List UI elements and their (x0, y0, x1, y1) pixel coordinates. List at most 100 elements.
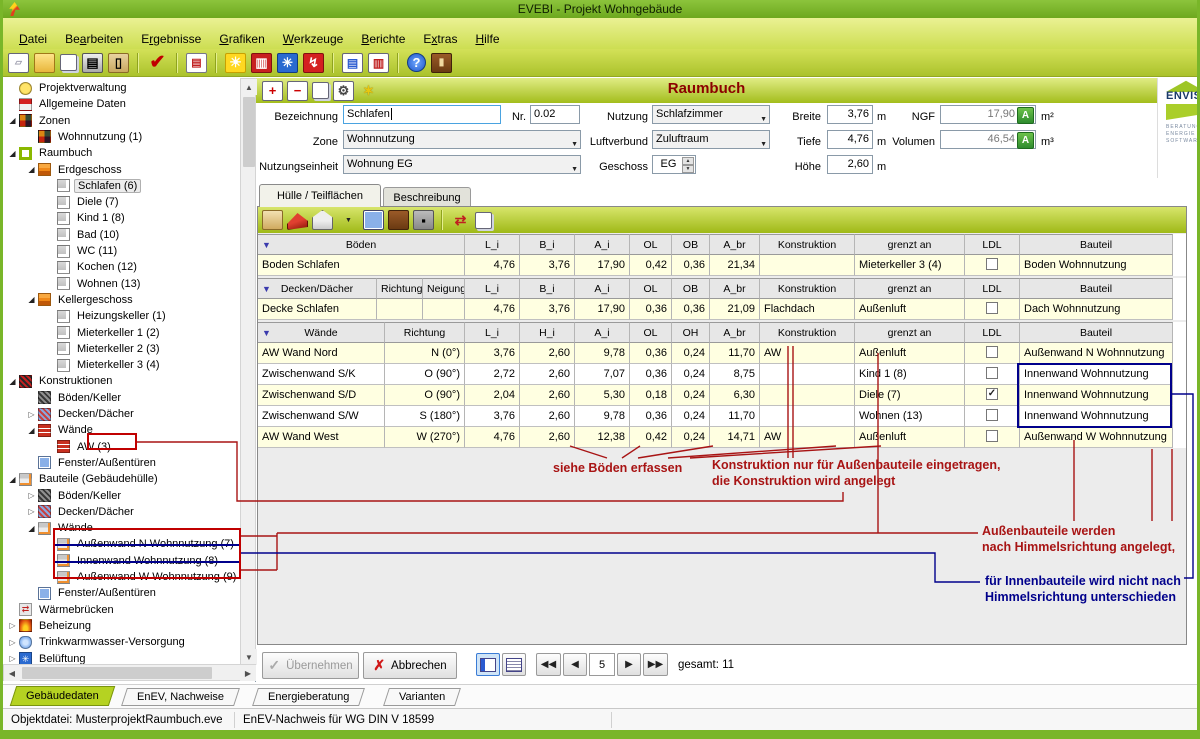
cell-value[interactable]: 4,76 (465, 255, 520, 276)
paste-icon[interactable]: ▯ (108, 53, 129, 73)
cell-value[interactable]: 2,60 (520, 343, 575, 364)
checkbox-icon[interactable] (986, 346, 998, 358)
column-header-l_i[interactable]: L_i (465, 234, 520, 255)
cell-value[interactable]: 11,70 (710, 406, 760, 427)
sidebar-item-fenster-au-ent-ren[interactable]: Fenster/Außentüren (3, 585, 159, 601)
add-floor-icon[interactable] (262, 210, 283, 230)
cell-name[interactable]: Zwischenwand S/W (258, 406, 385, 427)
menu-extras[interactable]: Extras (414, 29, 466, 49)
cell-value[interactable]: 0,36 (630, 299, 672, 320)
add-wall-icon[interactable] (312, 210, 333, 230)
cell-ldl[interactable] (965, 406, 1020, 427)
checkbox-icon[interactable] (986, 367, 998, 379)
cell-value[interactable]: 11,70 (710, 343, 760, 364)
checkbox-checked-icon[interactable]: ✓ (986, 388, 998, 400)
title-bar[interactable]: EVEBI - Projekt Wohngebäude (0, 0, 1200, 18)
cell-value[interactable]: 2,72 (465, 364, 520, 385)
luftverbund-select[interactable]: Zuluftraum▼ (652, 130, 770, 149)
tiefe-input[interactable]: 4,76 (827, 130, 873, 149)
breite-input[interactable]: 3,76 (827, 105, 873, 124)
column-header-ldl[interactable]: LDL (965, 234, 1020, 255)
expander-open-icon[interactable]: ◢ (6, 116, 19, 125)
cell-bauteil[interactable]: Außenwand W Wohnnutzung (1020, 427, 1173, 448)
add-door-icon[interactable] (388, 210, 409, 230)
sidebar-item-beheizung[interactable]: ▷Beheizung (3, 618, 94, 634)
cell-konstruktion[interactable] (760, 385, 855, 406)
sidebar-item-diele-7-[interactable]: Diele (7) (3, 194, 122, 210)
expander-open-icon[interactable]: ◢ (25, 524, 38, 533)
open-folder-icon[interactable] (34, 53, 55, 73)
cell-value[interactable]: 21,09 (710, 299, 760, 320)
cell-value[interactable]: 7,07 (575, 364, 630, 385)
column-header-a_br[interactable]: A_br (710, 278, 760, 299)
cell-value[interactable]: 2,60 (520, 427, 575, 448)
column-header-bauteil[interactable]: Bauteil (1020, 322, 1173, 343)
expander-closed-icon[interactable]: ▷ (25, 491, 38, 500)
sidebar-item-allgemeine-daten[interactable]: Allgemeine Daten (3, 96, 129, 112)
column-header-konstruktion[interactable]: Konstruktion (760, 234, 855, 255)
cell-richtung[interactable]: W (270°) (385, 427, 465, 448)
sidebar-vertical-scrollbar[interactable]: ▲ ▼ (240, 78, 256, 664)
sidebar-item-b-den-keller[interactable]: ▷Böden/Keller (3, 488, 124, 504)
cell-name[interactable]: Zwischenwand S/D (258, 385, 385, 406)
zone-select[interactable]: Wohnnutzung▼ (343, 130, 581, 149)
column-header-b-den[interactable]: ▼Böden (258, 234, 465, 255)
column-header-ol[interactable]: OL (630, 278, 672, 299)
cell-value[interactable]: 5,30 (575, 385, 630, 406)
sidebar-item-b-den-keller[interactable]: Böden/Keller (3, 390, 124, 406)
checkbox-icon[interactable] (986, 258, 998, 270)
cell-ldl[interactable] (965, 299, 1020, 320)
cell-bauteil[interactable]: Boden Wohnnutzung (1020, 255, 1173, 276)
cell-value[interactable]: 0,36 (630, 343, 672, 364)
sidebar-item-w-rmebr-cken[interactable]: ⇄Wärmebrücken (3, 602, 117, 618)
copy-icon[interactable] (60, 54, 77, 71)
cell-bauteil[interactable]: Innenwand Wohnnutzung (1020, 406, 1173, 427)
sidebar-item-wohnnutzung-1-[interactable]: Wohnnutzung (1) (3, 129, 145, 145)
expander-open-icon[interactable]: ◢ (25, 295, 38, 304)
cell-value[interactable]: 8,75 (710, 364, 760, 385)
column-header-h_i[interactable]: H_i (520, 322, 575, 343)
cell-grenzt-an[interactable]: Mieterkeller 3 (4) (855, 255, 965, 276)
tools-icon[interactable]: ⚙ (333, 81, 354, 101)
expander-open-icon[interactable]: ◢ (25, 426, 38, 435)
cell-grenzt-an[interactable]: Außenluft (855, 299, 965, 320)
cell-value[interactable]: 3,76 (520, 299, 575, 320)
cell-bauteil[interactable]: Innenwand Wohnnutzung (1020, 364, 1173, 385)
dropdown-icon[interactable]: ▼ (338, 210, 359, 230)
sidebar-item-trinkwarmwasser-versorgung[interactable]: ▷Trinkwarmwasser-Versorgung (3, 634, 188, 650)
column-header-a_i[interactable]: A_i (575, 234, 630, 255)
cell-value[interactable]: 0,24 (672, 343, 710, 364)
expander-open-icon[interactable]: ◢ (6, 377, 19, 386)
cell-name[interactable]: Decke Schlafen (258, 299, 377, 320)
cell-value[interactable]: 0,36 (672, 255, 710, 276)
expander-closed-icon[interactable]: ▷ (6, 621, 19, 630)
menu-grafiken[interactable]: Grafiken (210, 29, 273, 49)
tab-huelle-teilflaechen[interactable]: Hülle / Teilflächen (259, 184, 381, 207)
cell-value[interactable]: 3,76 (465, 343, 520, 364)
column-header-a_i[interactable]: A_i (575, 278, 630, 299)
nutzungseinheit-select[interactable]: Wohnung EG▼ (343, 155, 581, 174)
cell-name[interactable]: AW Wand West (258, 427, 385, 448)
cell-value[interactable]: 2,04 (465, 385, 520, 406)
sidebar-item-bad-10-[interactable]: Bad (10) (3, 227, 122, 243)
checkbox-icon[interactable] (986, 409, 998, 421)
filter-icon[interactable]: ▼ (262, 323, 271, 343)
sidebar-item-w-nde[interactable]: ◢Wände (3, 520, 96, 536)
spin-down-icon[interactable]: ▼ (682, 165, 694, 173)
cell-konstruktion[interactable] (760, 255, 855, 276)
cell-richtung[interactable]: S (180°) (385, 406, 465, 427)
cell-value[interactable]: 2,60 (520, 385, 575, 406)
sidebar-item-projektverwaltung[interactable]: Projektverwaltung (3, 80, 129, 96)
scroll-right-icon[interactable]: ▶ (240, 665, 256, 681)
cell-ldl[interactable] (965, 364, 1020, 385)
cell-richtung[interactable]: O (90°) (385, 385, 465, 406)
cell-ldl[interactable] (965, 427, 1020, 448)
sidebar-item-innenwand-wohnnutzung-8-[interactable]: Innenwand Wohnnutzung (8) (3, 553, 221, 569)
cell-value[interactable]: 0,24 (672, 406, 710, 427)
column-header-w-nde[interactable]: ▼Wände (258, 322, 385, 343)
sidebar-item-wc-11-[interactable]: WC (11) (3, 243, 120, 259)
expander-closed-icon[interactable]: ▷ (25, 507, 38, 516)
column-header-richtung[interactable]: Richtung (377, 278, 423, 299)
column-header-b_i[interactable]: B_i (520, 278, 575, 299)
column-header-l_i[interactable]: L_i (465, 278, 520, 299)
